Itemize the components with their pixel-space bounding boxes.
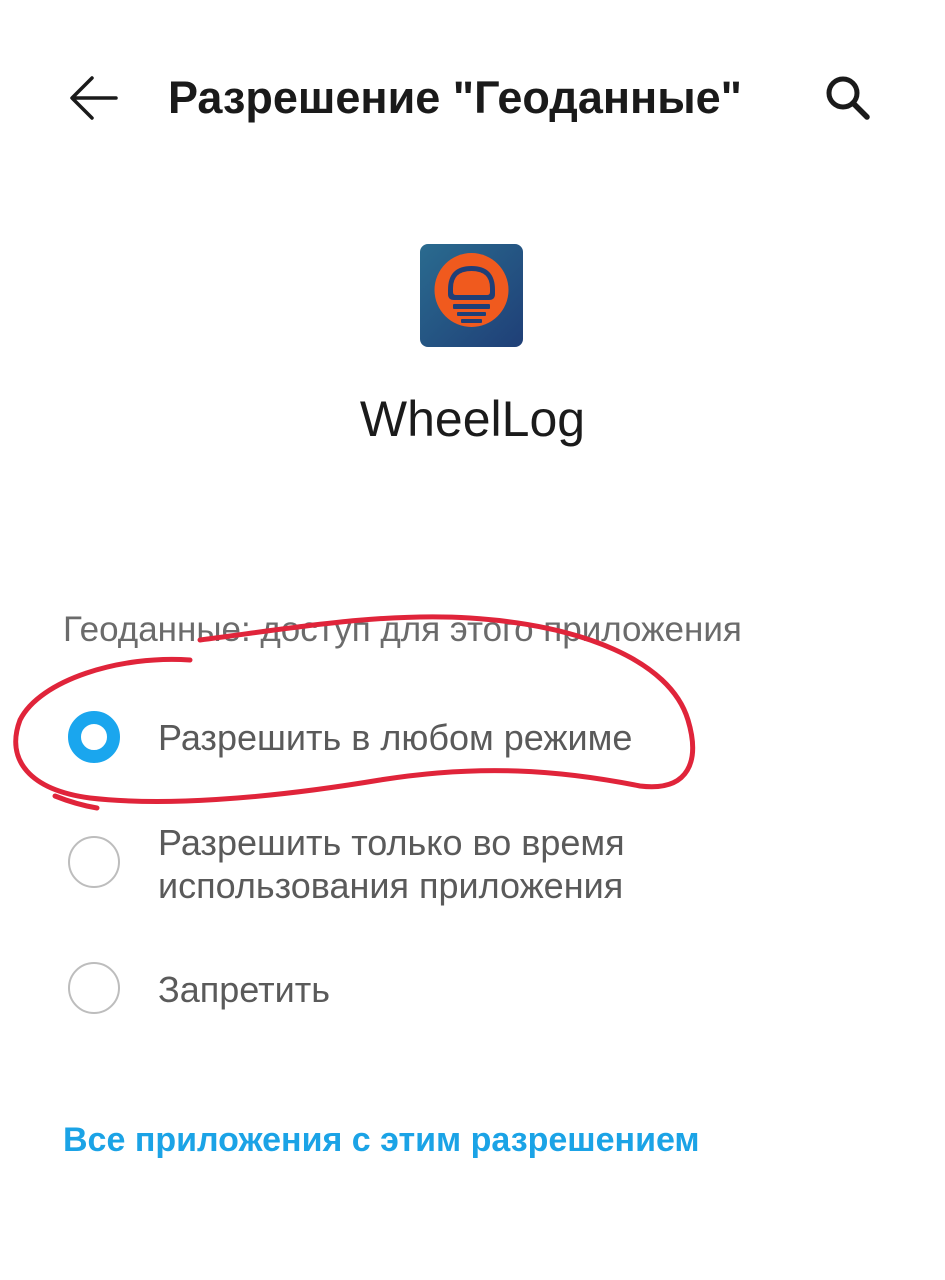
wheellog-app-icon xyxy=(420,244,523,347)
radio-unselected-icon[interactable] xyxy=(68,962,120,1014)
app-bar: Разрешение "Геоданные" xyxy=(0,40,945,160)
back-button[interactable] xyxy=(58,62,130,134)
search-button[interactable] xyxy=(812,62,884,134)
section-label: Геоданные: доступ для этого приложения xyxy=(63,610,742,649)
app-name: WheelLog xyxy=(359,391,586,447)
option-deny[interactable]: Запретить xyxy=(0,950,945,1025)
option-label: Запретить xyxy=(158,969,330,1010)
radio-selected-icon[interactable] xyxy=(68,711,120,763)
permission-screen: Разрешение "Геоданные" WheelLog Геоданны… xyxy=(0,0,945,1280)
option-allow-while-using[interactable]: Разрешить только во время использования … xyxy=(0,818,945,913)
arrow-left-icon xyxy=(70,76,118,120)
search-icon xyxy=(826,76,870,120)
option-label: Разрешить в любом режиме xyxy=(158,717,633,758)
status-bar xyxy=(0,0,945,10)
page-title: Разрешение "Геоданные" xyxy=(168,72,743,123)
option-label: Разрешить только во время использования … xyxy=(158,822,625,906)
radio-unselected-icon[interactable] xyxy=(68,836,120,888)
option-allow-always[interactable]: Разрешить в любом режиме xyxy=(0,700,945,775)
all-apps-with-permission-link[interactable]: Все приложения с этим разрешением xyxy=(63,1118,700,1162)
